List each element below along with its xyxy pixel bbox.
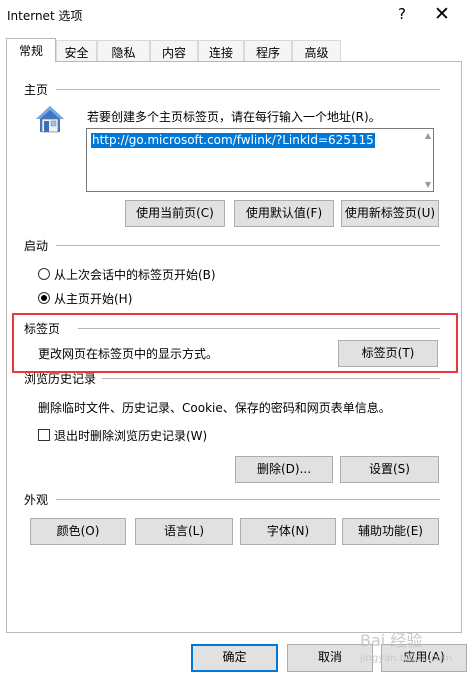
delete-history-button[interactable]: 删除(D)...: [235, 456, 333, 483]
tab-connections[interactable]: 连接: [198, 40, 244, 61]
startup-section-title: 启动: [24, 239, 49, 253]
close-icon[interactable]: ✕: [434, 3, 450, 25]
ok-button[interactable]: 确定: [191, 644, 278, 672]
scroll-down-icon[interactable]: ▼: [425, 180, 431, 189]
colors-button[interactable]: 颜色(O): [30, 518, 126, 545]
highlight-box: [12, 313, 458, 373]
accessibility-button[interactable]: 辅助功能(E): [342, 518, 439, 545]
startup-divider: [56, 245, 440, 246]
radio-last-session[interactable]: [38, 268, 50, 280]
delete-on-exit-checkbox[interactable]: [38, 429, 50, 441]
delete-on-exit-label: 退出时删除浏览历史记录(W): [54, 429, 208, 443]
appearance-divider: [56, 499, 440, 500]
help-icon[interactable]: ?: [398, 5, 406, 23]
home-divider: [56, 89, 440, 90]
home-url-textarea[interactable]: http://go.microsoft.com/fwlink/?LinkId=6…: [86, 128, 434, 192]
fonts-button[interactable]: 字体(N): [240, 518, 336, 545]
tab-security[interactable]: 安全: [56, 40, 97, 61]
history-description: 删除临时文件、历史记录、Cookie、保存的密码和网页表单信息。: [38, 401, 391, 415]
history-divider: [102, 378, 440, 379]
window-title: Internet 选项: [7, 9, 83, 23]
tab-privacy[interactable]: 隐私: [97, 40, 150, 61]
home-section-title: 主页: [24, 83, 49, 97]
use-new-tab-button[interactable]: 使用新标签页(U): [341, 200, 439, 227]
use-default-button[interactable]: 使用默认值(F): [234, 200, 334, 227]
radio-home-page-label: 从主页开始(H): [54, 292, 133, 306]
scroll-up-icon[interactable]: ▲: [425, 131, 431, 140]
radio-last-session-label: 从上次会话中的标签页开始(B): [54, 268, 216, 282]
languages-button[interactable]: 语言(L): [135, 518, 233, 545]
watermark-line2: jingyan.baidu.com: [360, 653, 453, 664]
title-bar: Internet 选项 ? ✕: [0, 0, 474, 32]
history-section-title: 浏览历史记录: [24, 372, 97, 386]
home-url-selected-text: http://go.microsoft.com/fwlink/?LinkId=6…: [91, 133, 375, 148]
tab-content[interactable]: 内容: [150, 40, 198, 61]
home-hint-text: 若要创建多个主页标签页，请在每行输入一个地址(R)。: [87, 110, 381, 124]
appearance-section-title: 外观: [24, 493, 49, 507]
watermark-line1: Bai 经验: [360, 631, 423, 650]
history-settings-button[interactable]: 设置(S): [340, 456, 439, 483]
tab-advanced[interactable]: 高级: [292, 40, 341, 61]
tab-general[interactable]: 常规: [6, 38, 56, 62]
watermark: Bai 经验 jingyan.baidu.com: [360, 632, 470, 678]
radio-home-page[interactable]: [38, 292, 50, 304]
house-icon: [36, 106, 64, 133]
use-current-button[interactable]: 使用当前页(C): [125, 200, 225, 227]
tab-programs[interactable]: 程序: [244, 40, 292, 61]
